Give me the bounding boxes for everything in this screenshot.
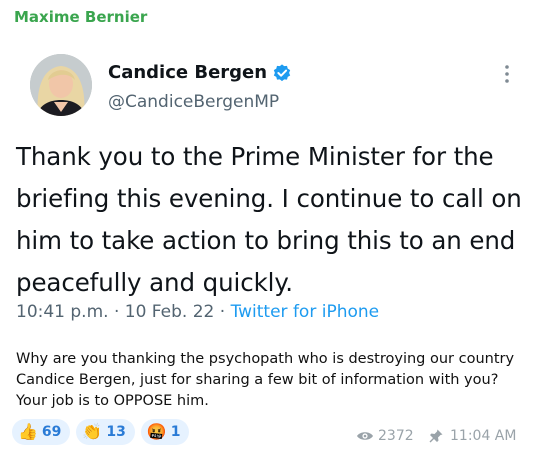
reaction-angry[interactable]: 🤬 1 [140,419,190,445]
angry-face-icon: 🤬 [146,422,167,441]
reaction-thumbs-up[interactable]: 👍 69 [12,419,71,445]
tweet-author-handle[interactable]: @CandiceBergenMP [108,92,279,112]
avatar-image [30,54,92,116]
avatar[interactable] [30,54,92,116]
tweet-timestamp: 10:41 p.m. · 10 Feb. 22 · [16,302,231,322]
view-count-value: 2372 [378,428,414,444]
view-count: 2372 [356,428,414,444]
tweet-meta: 10:41 p.m. · 10 Feb. 22 · Twitter for iP… [16,302,379,322]
reaction-clap[interactable]: 👏 13 [76,419,135,445]
verified-badge-icon [273,64,291,82]
sender-name[interactable]: Maxime Bernier [14,8,147,26]
eye-icon [357,432,373,440]
reaction-count: 13 [106,424,126,440]
reaction-count: 69 [41,424,62,440]
tweet-author-name[interactable]: Candice Bergen [108,62,267,83]
pin-icon [429,429,443,443]
thumbs-up-icon: 👍 [18,422,38,441]
message-bubble: Maxime Bernier Candice Bergen @CandiceBe… [0,0,534,455]
reactions-bar: 👍 69 👏 13 🤬 1 [12,419,190,445]
reaction-count: 1 [170,424,181,440]
clapping-hands-icon: 👏 [82,422,103,441]
tweet-text: Thank you to the Prime Minister for the … [16,142,522,297]
message-text: Why are you thanking the psychopath who … [16,351,515,409]
more-vertical-icon[interactable] [500,63,514,85]
message-time: 11:04 AM [428,428,516,444]
message-time-value: 11:04 AM [450,428,517,444]
tweet-source-link[interactable]: Twitter for iPhone [231,302,380,322]
